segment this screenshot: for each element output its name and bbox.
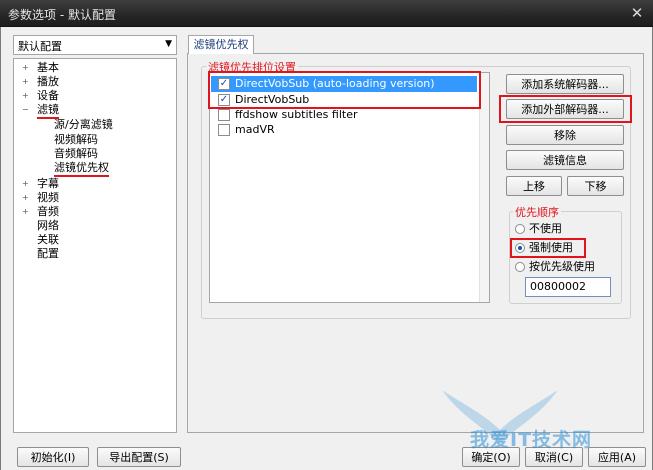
filter-checkbox[interactable] [218,124,230,136]
move-up-button[interactable]: 上移 [506,176,562,196]
priority-option-none[interactable]: 不使用 [515,222,605,236]
remove-button[interactable]: 移除 [506,125,624,145]
radio-label: 按优先级使用 [529,260,595,273]
filter-label: madVR [235,123,275,136]
tree-item-basic[interactable]: + 基本 [14,61,174,75]
filter-row[interactable]: ffdshow subtitles filter [211,107,477,123]
tree-item-audio-decoder[interactable]: 音频解码 [14,147,174,161]
tree-item-filters[interactable]: − 滤镜 [14,103,174,119]
filter-row[interactable]: madVR [211,122,477,138]
profile-dropdown[interactable]: 默认配置 ▼ [13,35,177,55]
tree-item-label: 基本 [37,61,59,74]
tree-item-network[interactable]: 网络 [14,219,174,233]
radio-button[interactable] [515,224,525,234]
tree-item-association[interactable]: 关联 [14,233,174,247]
window-title: 参数选项 - 默认配置 [8,8,116,22]
priority-value-field[interactable]: 00800002 [525,277,611,297]
close-button[interactable]: ✕ [628,4,646,22]
expand-icon[interactable]: + [22,191,29,205]
move-down-button[interactable]: 下移 [567,176,624,196]
radio-button[interactable] [515,262,525,272]
tab-filter-priority[interactable]: 滤镜优先权 [188,35,254,54]
highlight-box [208,71,481,109]
tree-item-label: 播放 [37,75,59,88]
expand-icon[interactable]: + [22,205,29,219]
tree-item-audio[interactable]: + 音频 [14,205,174,219]
tree-item-label: 滤镜 [37,103,59,119]
filter-checkbox[interactable] [218,109,230,121]
tree-item-device[interactable]: + 设备 [14,89,174,103]
tree-item-video-decoder[interactable]: 视频解码 [14,133,174,147]
export-config-button[interactable]: 导出配置(S) [97,447,181,467]
tree-item-playback[interactable]: + 播放 [14,75,174,89]
highlight-box [510,238,586,258]
initialize-button[interactable]: 初始化(I) [17,447,89,467]
tree-item-label: 滤镜优先权 [54,161,109,177]
chevron-down-icon[interactable]: ▼ [165,39,172,49]
profile-dropdown-value: 默认配置 [18,40,62,53]
tree-item-label: 源/分离滤镜 [54,118,113,131]
filter-label: ffdshow subtitles filter [235,108,358,121]
tree-item-label: 网络 [37,219,59,232]
priority-group-title: 优先顺序 [513,204,561,220]
settings-tree[interactable]: + 基本 + 播放 + 设备 − 滤镜 源/分离滤镜 视频解码 音频解码 滤镜优… [13,58,177,433]
tree-item-label: 字幕 [37,177,59,190]
tree-item-label: 配置 [37,247,59,260]
tree-item-label: 设备 [37,89,59,102]
tree-item-config[interactable]: 配置 [14,247,174,261]
filter-info-button[interactable]: 滤镜信息 [506,150,624,170]
tree-item-source-splitter[interactable]: 源/分离滤镜 [14,118,174,132]
tree-item-label: 视频解码 [54,133,98,146]
expand-icon[interactable]: + [22,89,29,103]
collapse-icon[interactable]: − [22,103,29,117]
tree-item-label: 音频解码 [54,147,98,160]
watermark-text: 我爱IT技术网 [470,429,593,451]
tree-item-label: 视频 [37,191,59,204]
expand-icon[interactable]: + [22,61,29,75]
apply-button[interactable]: 应用(A) [588,447,646,467]
tree-item-filter-priority[interactable]: 滤镜优先权 [14,161,174,177]
radio-label: 不使用 [529,222,562,235]
priority-option-by-priority[interactable]: 按优先级使用 [515,260,615,274]
tree-item-label: 音频 [37,205,59,218]
highlight-box [499,95,632,123]
tree-item-video[interactable]: + 视频 [14,191,174,205]
expand-icon[interactable]: + [22,75,29,89]
add-system-decoder-button[interactable]: 添加系统解码器... [506,74,624,94]
tree-item-label: 关联 [37,233,59,246]
tree-item-subtitles[interactable]: + 字幕 [14,177,174,191]
expand-icon[interactable]: + [22,177,29,191]
